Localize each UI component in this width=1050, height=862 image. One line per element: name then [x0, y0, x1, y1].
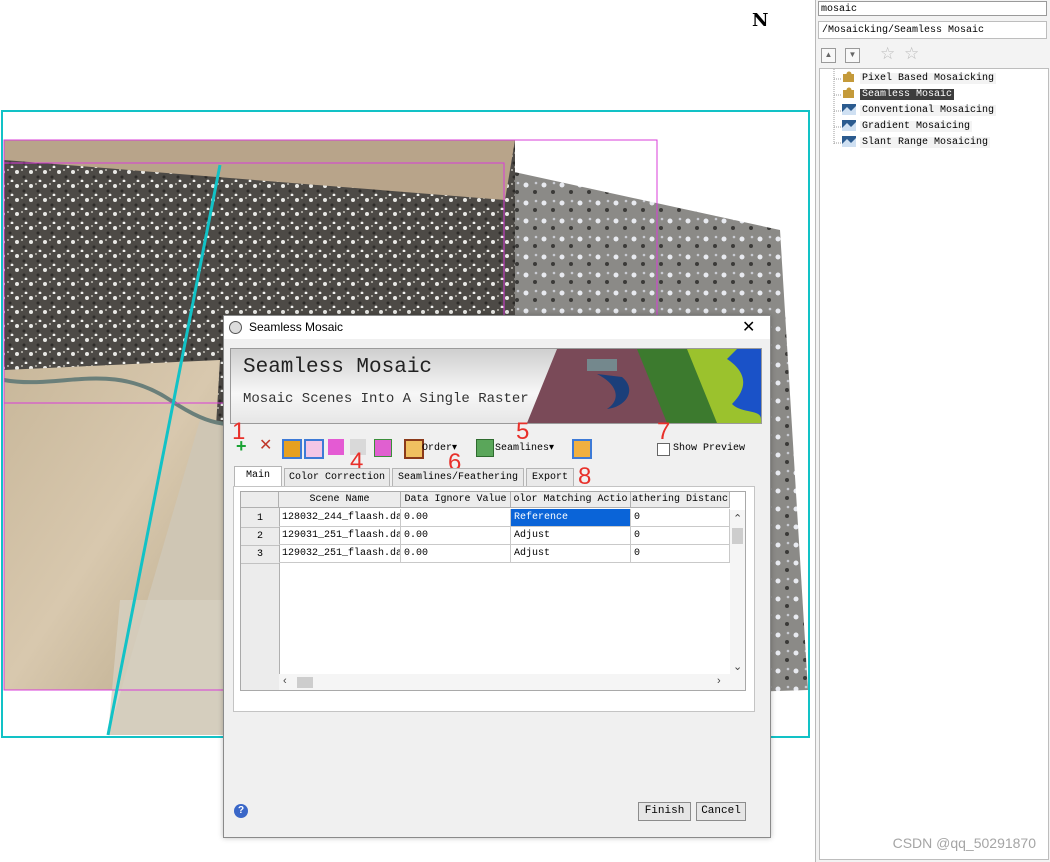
collapse-up-icon[interactable]: ▲ [821, 48, 836, 63]
col-data-ignore-value[interactable]: Data Ignore Value [401, 492, 511, 508]
cell-data-ignore-value[interactable]: 0.00 [401, 545, 511, 563]
col-feathering-distance[interactable]: athering Distanc [631, 492, 730, 508]
remove-favorite-star-icon[interactable]: ☆ [904, 44, 919, 64]
cell-scene-name[interactable]: 129031_251_flaash.dat [279, 527, 401, 545]
remove-scene-icon[interactable]: ✕ [259, 438, 275, 455]
tree-item-conventional-mosaicing[interactable]: Conventional Mosaicing [842, 103, 997, 118]
annotation-1: 1 [232, 418, 246, 445]
tree-item-label: Slant Range Mosaicing [860, 137, 991, 148]
vertical-scrollbar[interactable]: ⌃ ⌄ [730, 510, 745, 690]
cell-feathering-distance[interactable]: 0 [631, 509, 730, 527]
reorder-icon[interactable] [374, 439, 392, 457]
col-color-matching-action[interactable]: olor Matching Actio [511, 492, 631, 508]
tab-color-correction[interactable]: Color Correction [284, 468, 390, 486]
main-tab-panel: Scene Name Data Ignore Value olor Matchi… [233, 486, 755, 712]
tree-item-slant-range-mosaicing[interactable]: Slant Range Mosaicing [842, 135, 991, 150]
cell-color-matching-action[interactable]: Reference [511, 509, 631, 527]
watermark: CSDN @qq_50291870 [892, 835, 1036, 851]
banner-title: Seamless Mosaic [243, 356, 433, 379]
tree-item-label: Conventional Mosaicing [860, 105, 997, 116]
seamless-mosaic-dialog: Seamless Mosaic ✕ Seamless Mosaic Mosaic… [223, 315, 771, 838]
scroll-right-icon[interactable]: › [717, 675, 721, 687]
order-icon[interactable] [404, 439, 424, 459]
crop-extent-icon[interactable] [572, 439, 592, 459]
toolbox-search-input[interactable]: mosaic [818, 1, 1047, 16]
dialog-title: Seamless Mosaic [249, 320, 344, 334]
show-preview-label: Show Preview [673, 443, 746, 454]
banner-satellite-image [527, 349, 761, 423]
show-footprints-icon[interactable] [282, 439, 302, 459]
row-number[interactable]: 2 [241, 528, 279, 546]
overlap-icon[interactable] [328, 439, 344, 455]
banner-subtitle: Mosaic Scenes Into A Single Raster [243, 391, 529, 407]
tree-item-label: Seamless Mosaic [860, 89, 955, 100]
cell-scene-name[interactable]: 128032_244_flaash.dat [279, 509, 401, 527]
scroll-down-icon[interactable]: ⌄ [733, 660, 742, 673]
tab-seamlines-feathering[interactable]: Seamlines/Feathering [392, 468, 524, 486]
show-seamlines-icon[interactable] [304, 439, 324, 459]
scroll-left-icon[interactable]: ‹ [283, 675, 287, 687]
landscape-icon [842, 103, 856, 116]
cell-data-ignore-value[interactable]: 0.00 [401, 527, 511, 545]
cell-color-matching-action[interactable]: Adjust [511, 545, 631, 563]
table-corner [241, 492, 279, 508]
landscape-icon [842, 119, 856, 132]
tree-item-seamless-mosaic[interactable]: Seamless Mosaic [842, 87, 955, 102]
landscape-icon [842, 135, 856, 148]
tab-main[interactable]: Main [234, 466, 282, 486]
annotation-7: 7 [657, 418, 671, 445]
add-favorite-star-icon[interactable]: ☆ [880, 44, 895, 64]
puzzle-icon [842, 71, 856, 83]
horizontal-scrollbar[interactable]: ‹ › [279, 674, 730, 690]
row-number[interactable]: 1 [241, 510, 279, 528]
cell-feathering-distance[interactable]: 0 [631, 545, 730, 563]
tab-export[interactable]: Export [526, 468, 574, 486]
finish-button[interactable]: Finish [638, 802, 691, 821]
tree-item-pixel-based-mosaicking[interactable]: Pixel Based Mosaicking [842, 71, 997, 86]
close-icon[interactable]: ✕ [742, 317, 755, 337]
col-scene-name[interactable]: Scene Name [279, 492, 401, 508]
horizontal-scroll-thumb[interactable] [297, 677, 313, 688]
scroll-up-icon[interactable]: ⌃ [733, 512, 742, 525]
vertical-scroll-thumb[interactable] [732, 528, 743, 544]
cell-feathering-distance[interactable]: 0 [631, 527, 730, 545]
toolbox-path: /Mosaicking/Seamless Mosaic [818, 21, 1047, 39]
cell-scene-name[interactable]: 129032_251_flaash.dat [279, 545, 401, 563]
scenes-table: Scene Name Data Ignore Value olor Matchi… [240, 491, 746, 691]
tree-item-gradient-mosaicing[interactable]: Gradient Mosaicing [842, 119, 973, 134]
cancel-button[interactable]: Cancel [696, 802, 746, 821]
toolbox-tree: Pixel Based Mosaicking Seamless Mosaic C… [819, 68, 1049, 860]
app-icon [229, 321, 242, 334]
cell-data-ignore-value[interactable]: 0.00 [401, 509, 511, 527]
cell-color-matching-action[interactable]: Adjust [511, 527, 631, 545]
dialog-banner: Seamless Mosaic Mosaic Scenes Into A Sin… [230, 348, 762, 424]
seamlines-icon[interactable] [476, 439, 494, 457]
dialog-titlebar[interactable]: Seamless Mosaic ✕ [224, 316, 770, 339]
tree-item-label: Pixel Based Mosaicking [860, 73, 997, 84]
expand-down-icon[interactable]: ▼ [845, 48, 860, 63]
annotation-5: 5 [516, 418, 530, 445]
row-number[interactable]: 3 [241, 546, 279, 564]
puzzle-icon [842, 87, 856, 99]
tree-item-label: Gradient Mosaicing [860, 121, 973, 132]
toolbox-panel: mosaic /Mosaicking/Seamless Mosaic ▲ ▼ ☆… [815, 0, 1050, 862]
north-arrow-icon: N [752, 10, 769, 31]
help-icon[interactable]: ? [234, 804, 248, 818]
